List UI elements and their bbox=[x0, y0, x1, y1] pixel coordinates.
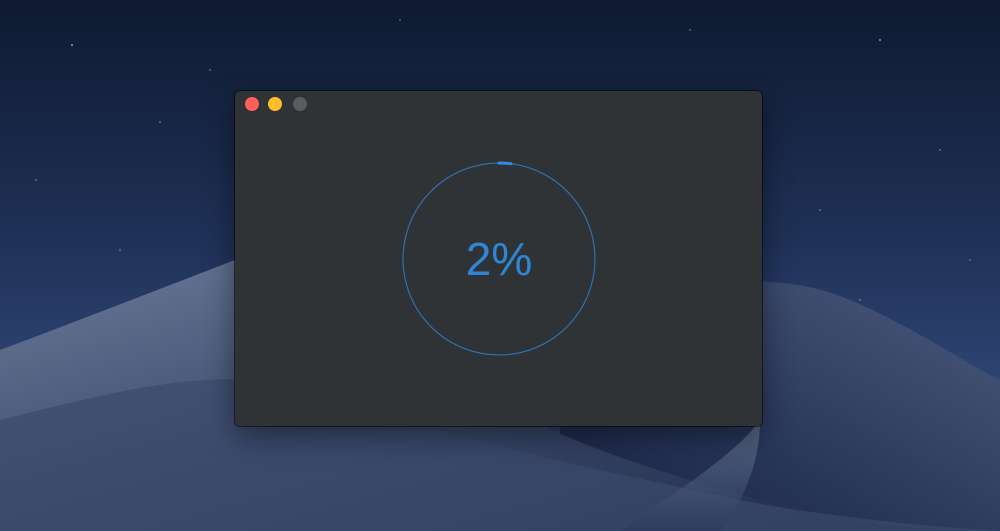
app-window: 2% bbox=[235, 91, 762, 426]
progress-percent-label: 2% bbox=[465, 233, 533, 285]
progress-area: 2% bbox=[235, 91, 762, 426]
